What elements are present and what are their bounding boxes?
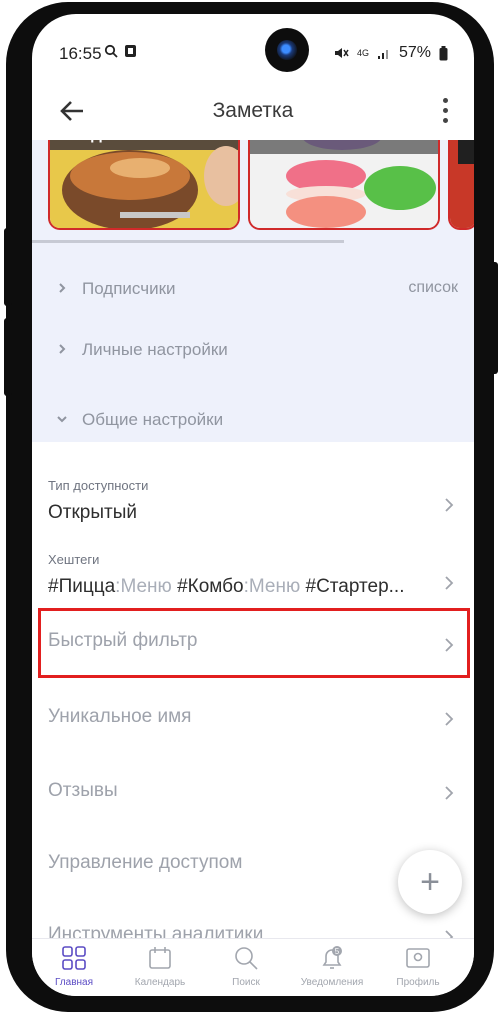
section-label: Личные настройки [82, 340, 228, 359]
menu-cards-carousel[interactable]: сендвичи [48, 124, 474, 232]
chevron-right-icon [445, 712, 454, 726]
hashtag-category: :Меню [115, 576, 172, 597]
unique-name-label: Уникальное имя [48, 706, 192, 727]
volume-up-button [4, 228, 12, 306]
reviews-label: Отзывы [48, 780, 118, 801]
content-area: сендвичи [32, 124, 474, 954]
section-subscribers[interactable]: Подписчики список [32, 268, 474, 318]
access-type-row[interactable]: Тип доступности Открытый [32, 468, 474, 540]
page-title: Заметка [212, 99, 294, 122]
chevron-right-icon [59, 344, 66, 354]
nav-home[interactable]: Главная [32, 945, 116, 988]
chevron-down-icon [57, 416, 67, 423]
front-camera [265, 28, 309, 72]
nav-label: Профиль [396, 977, 440, 988]
profile-card-icon [406, 948, 430, 968]
nav-label: Поиск [232, 977, 260, 988]
section-label: Общие настройки [82, 410, 224, 429]
chevron-right-icon [445, 786, 454, 800]
plus-icon: + [420, 863, 440, 901]
section-general-settings[interactable]: Общие настройки [32, 399, 474, 449]
chevron-right-icon [59, 283, 66, 293]
section-personal-settings[interactable]: Личные настройки [32, 329, 474, 379]
nav-calendar[interactable]: Календарь [118, 945, 202, 988]
access-type-value: Открытый [48, 502, 137, 523]
screen: 16:55 4G 57% Заметка Подписчики список Л… [32, 14, 474, 996]
volume-down-button [4, 318, 12, 396]
chevron-right-icon [445, 498, 454, 512]
hashtag: #Пицца [48, 576, 116, 597]
signal-icon [377, 50, 388, 59]
add-button[interactable]: + [398, 850, 462, 914]
more-options-icon[interactable] [438, 96, 452, 126]
chevron-right-icon [445, 576, 454, 590]
hashtag: #Стартер... [305, 576, 405, 597]
section-label: Подписчики [82, 279, 176, 298]
app-bar: Заметка [32, 84, 474, 140]
unique-name-row[interactable]: Уникальное имя [32, 690, 474, 756]
carousel-scrollbar[interactable] [32, 240, 344, 243]
access-type-caption: Тип доступности [48, 478, 149, 493]
nav-profile[interactable]: Профиль [376, 945, 460, 988]
search-status-icon [104, 44, 118, 58]
reviews-row[interactable]: Отзывы [32, 764, 474, 830]
battery-icon [439, 45, 448, 60]
home-grid-icon [62, 946, 86, 970]
status-bar: 16:55 4G 57% [32, 14, 474, 86]
battery-percent: 57% [398, 44, 431, 61]
hashtags-row[interactable]: Хештеги #Пицца:Меню #Комбо:Меню #Стартер… [32, 542, 474, 612]
hashtags-caption: Хештеги [48, 552, 100, 567]
mute-icon [334, 48, 349, 58]
power-button [490, 262, 498, 374]
bottom-navigation: Главная Календарь Поиск 5 Уведомления Пр… [32, 938, 474, 996]
nav-search[interactable]: Поиск [204, 945, 288, 988]
hashtags-value: #Пицца:Меню #Комбо:Меню #Стартер... [48, 576, 404, 598]
hashtag: #Комбо [177, 576, 244, 597]
nav-notifications[interactable]: 5 Уведомления [290, 945, 374, 988]
bell-icon: 5 [322, 946, 342, 969]
network-type: 4G [356, 48, 369, 58]
nav-label: Уведомления [300, 977, 364, 988]
nav-label: Главная [54, 977, 94, 988]
search-icon [235, 947, 258, 970]
access-management-label: Управление доступом [48, 852, 243, 873]
hashtag-category: :Меню [243, 576, 301, 597]
highlight-box [38, 608, 470, 678]
notification-badge: 5 [335, 947, 340, 956]
calendar-icon [149, 947, 171, 969]
subscribers-list-link[interactable]: список [408, 279, 458, 297]
settings-panel: сендвичи [32, 124, 474, 442]
nav-label: Календарь [134, 977, 186, 988]
screenshot-status-icon [125, 45, 136, 57]
status-time: 16:55 [59, 44, 102, 63]
